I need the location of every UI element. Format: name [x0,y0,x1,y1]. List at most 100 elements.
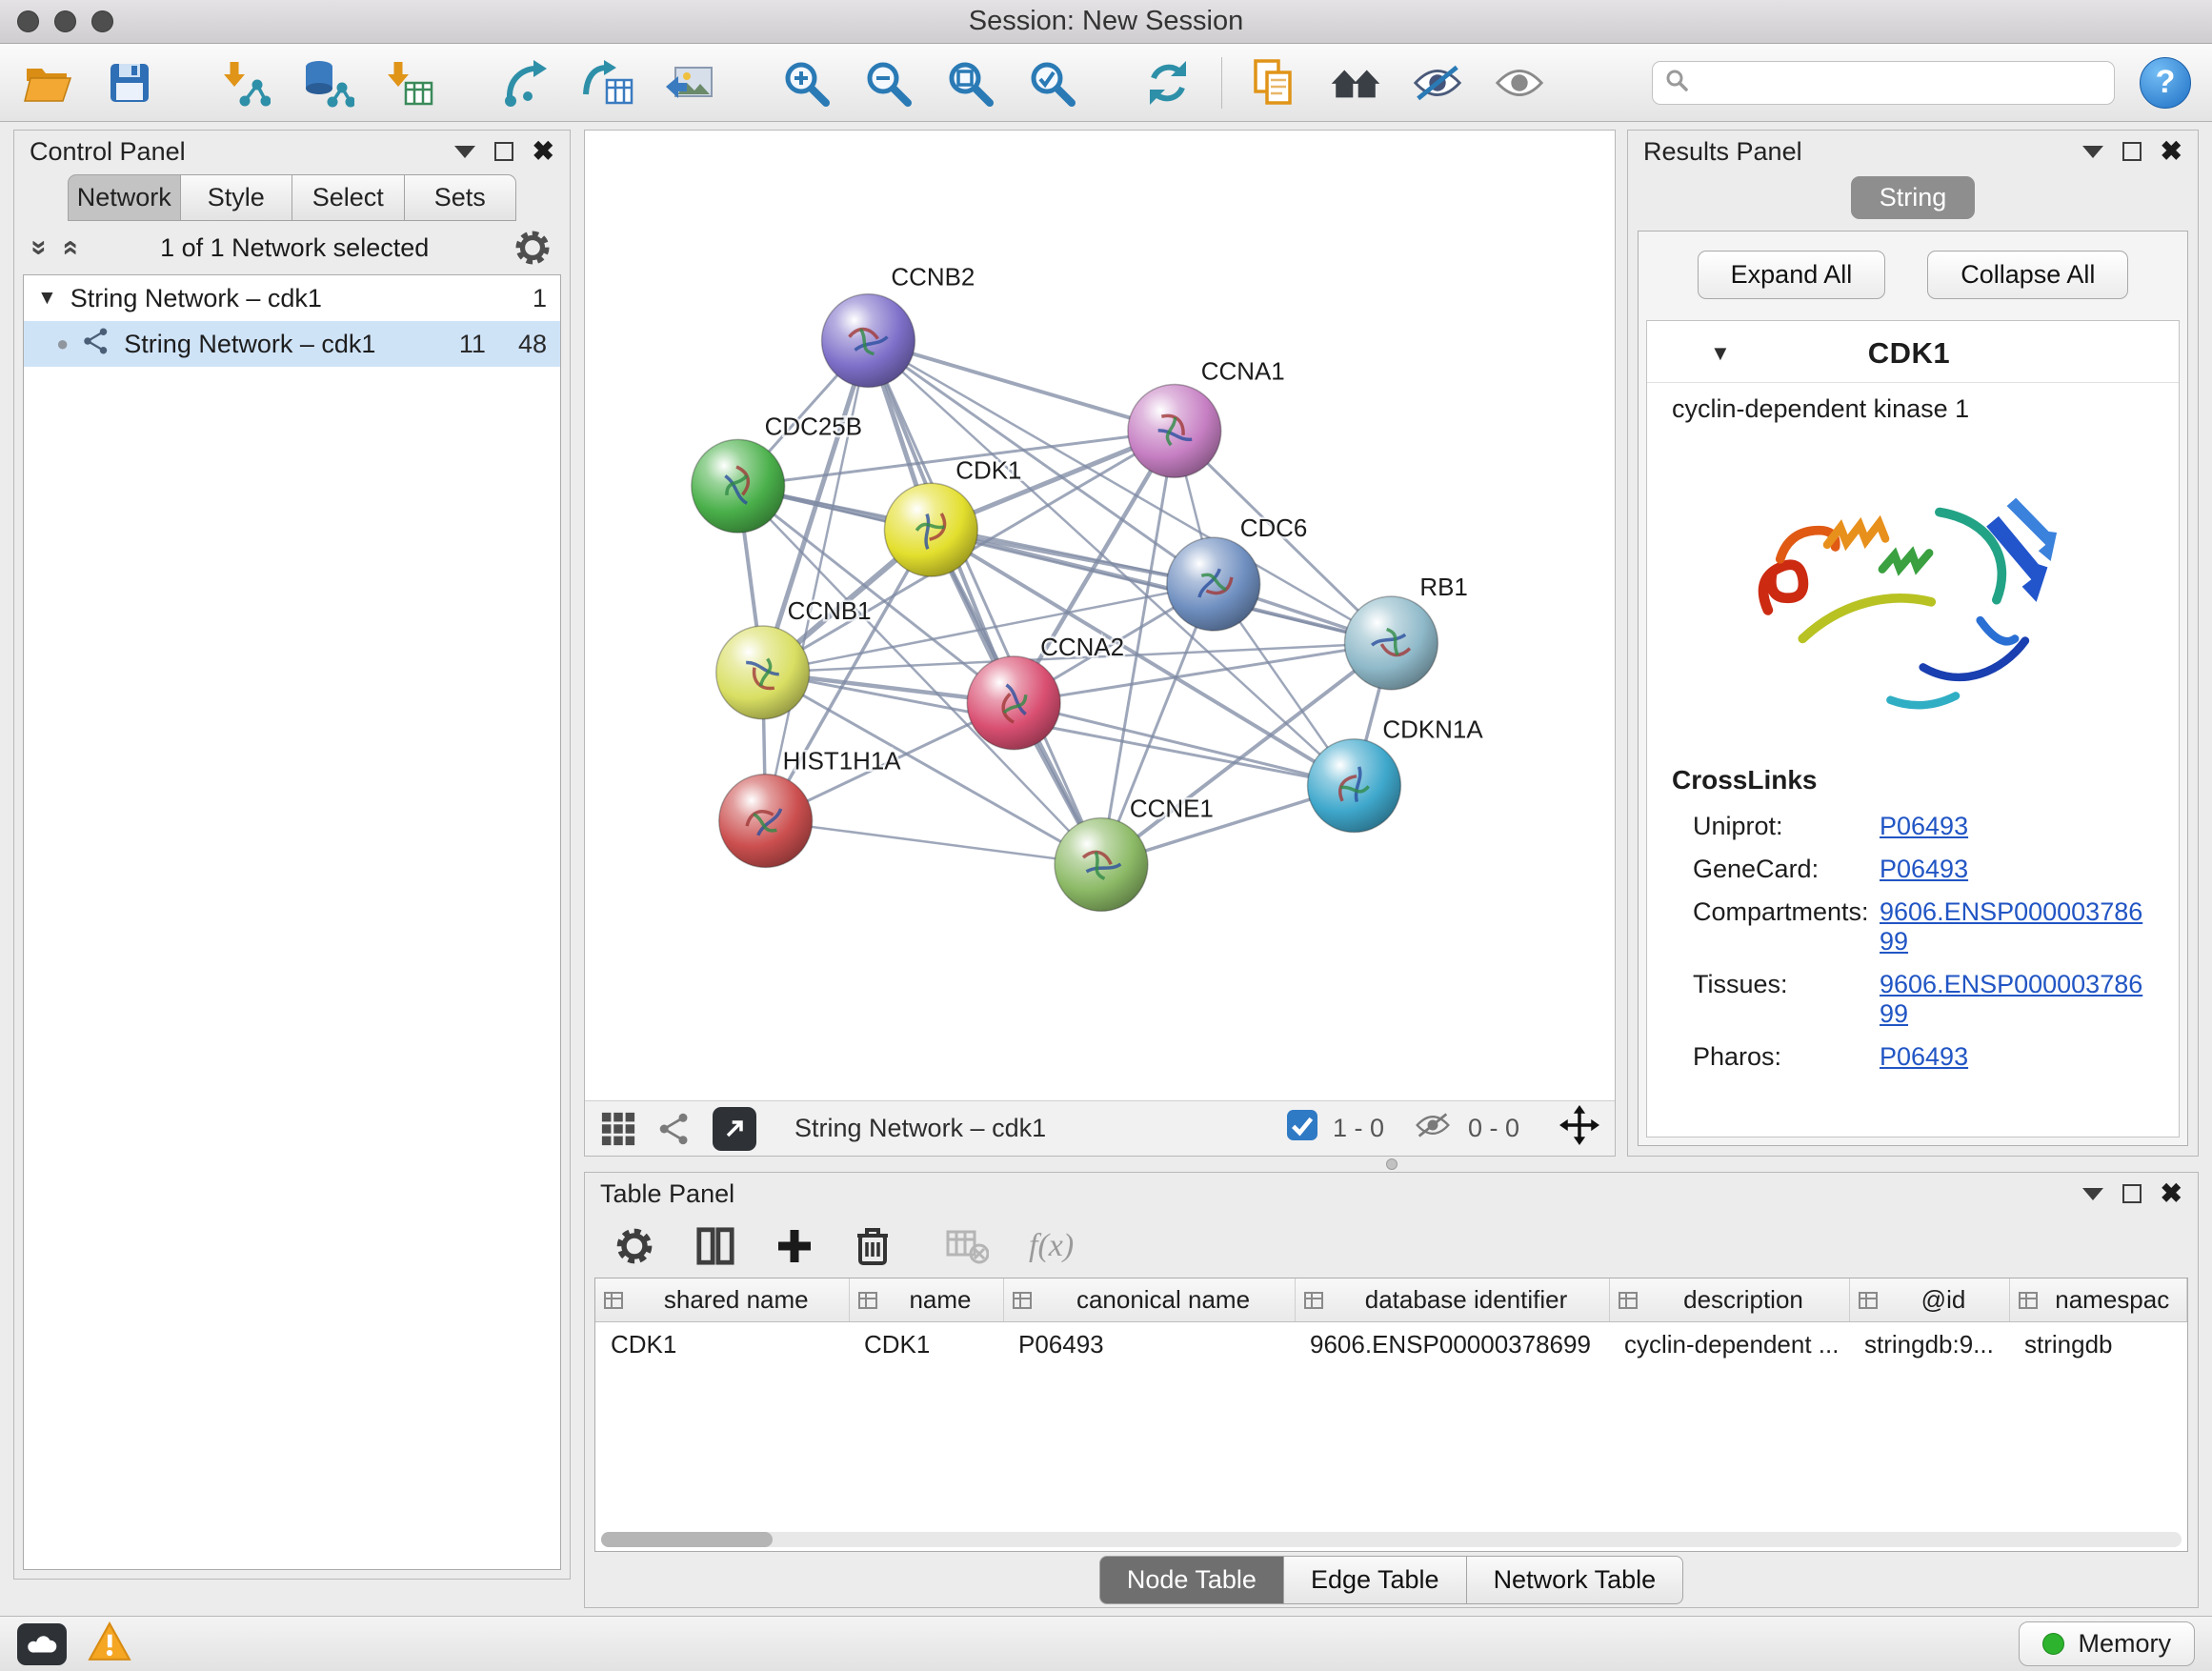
warning-icon[interactable] [88,1621,131,1666]
refresh-icon[interactable] [1141,56,1195,110]
expand-all-button[interactable]: Expand All [1698,251,1886,299]
add-column-icon[interactable] [775,1227,814,1265]
column-header[interactable]: name [849,1278,1003,1322]
open-file-icon[interactable] [21,56,74,110]
node-CCNB2[interactable] [822,294,915,388]
tab-edge-table[interactable]: Edge Table [1284,1556,1467,1604]
horizontal-scrollbar[interactable] [601,1532,2182,1547]
grid-view-icon[interactable] [600,1111,636,1147]
help-icon[interactable]: ? [2140,57,2191,109]
zoom-in-icon[interactable] [779,56,833,110]
edge-CCNA2-CDKN1A[interactable] [1014,703,1354,786]
results-panel-maximize-icon[interactable] [2122,142,2142,161]
genecard-link[interactable]: P06493 [1880,855,1968,884]
column-header[interactable]: canonical name [1003,1278,1295,1322]
hidden-eye-icon[interactable] [1413,1111,1453,1146]
memory-button[interactable]: Memory [2019,1621,2195,1666]
tab-style[interactable]: Style [181,174,293,221]
collapse-all-networks-icon[interactable]: » [54,240,83,256]
node-CCNA1[interactable] [1128,384,1221,477]
node-CDC25B[interactable] [692,439,785,533]
selected-checkbox-icon[interactable] [1287,1110,1317,1147]
node-RB1[interactable] [1344,596,1438,690]
network-arrow-icon[interactable] [499,56,553,110]
tab-select[interactable]: Select [292,174,405,221]
show-columns-icon[interactable] [695,1226,735,1266]
control-panel-maximize-icon[interactable] [494,142,513,161]
network-row[interactable]: ● String Network – cdk1 11 48 [24,321,560,367]
function-builder-icon[interactable]: f(x) [1029,1228,1074,1264]
search-input[interactable] [1699,67,2102,98]
cell-canonical-name[interactable]: P06493 [1003,1322,1295,1368]
zoom-selected-icon[interactable] [1025,56,1078,110]
close-window-button[interactable] [17,10,39,32]
network-options-gear-icon[interactable] [513,228,553,268]
network-share-view-icon[interactable] [657,1112,692,1146]
table-panel-maximize-icon[interactable] [2122,1184,2142,1203]
network-collection-row[interactable]: ▼ String Network – cdk1 1 [24,275,560,321]
column-header[interactable]: namespac [2009,1278,2187,1322]
maximize-window-button[interactable] [91,10,113,32]
cell-database-identifier[interactable]: 9606.ENSP00000378699 [1295,1322,1609,1368]
table-panel-float-icon[interactable] [2082,1188,2103,1200]
import-table-from-file-icon[interactable] [383,56,436,110]
node-CDKN1A[interactable] [1308,739,1401,833]
zoom-fit-icon[interactable] [943,56,996,110]
horizontal-splitter[interactable] [584,1157,2199,1172]
tab-network[interactable]: Network [68,174,181,221]
import-network-from-file-icon[interactable] [219,56,272,110]
minimize-window-button[interactable] [54,10,76,32]
compartments-link[interactable]: 9606.ENSP00000378699 [1880,897,2154,956]
control-panel-float-icon[interactable] [454,146,475,158]
collapse-all-button[interactable]: Collapse All [1927,251,2128,299]
expand-all-networks-icon[interactable]: » [25,240,53,256]
network-table-icon[interactable] [581,56,634,110]
node-CCNE1[interactable] [1055,818,1148,912]
export-image-icon[interactable] [663,56,716,110]
delete-column-icon[interactable] [854,1225,892,1267]
edge-HIST1H1A-CCNE1[interactable] [766,821,1101,865]
home-icon[interactable] [1329,56,1382,110]
node-CDK1[interactable] [884,483,977,576]
zoom-out-icon[interactable] [861,56,915,110]
save-session-icon[interactable] [103,56,156,110]
cell-namespace[interactable]: stringdb [2009,1322,2187,1368]
hide-selected-icon[interactable] [1411,56,1464,110]
open-in-new-window-icon[interactable] [713,1107,756,1151]
column-header[interactable]: shared name [595,1278,849,1322]
table-settings-gear-icon[interactable] [613,1225,655,1267]
delete-table-icon[interactable] [945,1227,989,1265]
cell-name[interactable]: CDK1 [849,1322,1003,1368]
show-all-icon[interactable] [1493,56,1546,110]
pharos-link[interactable]: P06493 [1880,1042,1968,1072]
tab-string[interactable]: String [1851,176,1976,219]
cell-id[interactable]: stringdb:9... [1849,1322,2009,1368]
network-canvas[interactable]: CCNB2CCNA1CDC25BCDK1CDC6RB1CCNB1CCNA2CDK… [585,131,1615,1100]
node-CDC6[interactable] [1167,537,1260,631]
tissues-link[interactable]: 9606.ENSP00000378699 [1880,970,2154,1029]
edge-CCNB2-CCNE1[interactable] [868,341,1101,865]
uniprot-link[interactable]: P06493 [1880,812,1968,841]
cloud-icon[interactable] [17,1623,67,1665]
gene-collapse-icon[interactable]: ▼ [1710,341,1731,366]
collection-expand-icon[interactable]: ▼ [37,287,57,310]
scrollbar-thumb[interactable] [601,1532,773,1547]
node-HIST1H1A[interactable] [719,775,813,868]
copy-document-icon[interactable] [1247,56,1300,110]
pan-move-icon[interactable] [1559,1105,1599,1152]
search-field[interactable] [1652,61,2115,105]
table-panel-close-icon[interactable]: ✖ [2161,1180,2182,1207]
edge-CCNB2-CCNA1[interactable] [868,341,1174,432]
tab-sets[interactable]: Sets [405,174,517,221]
import-network-from-database-icon[interactable] [301,56,354,110]
node-CCNA2[interactable] [967,656,1060,750]
results-panel-float-icon[interactable] [2082,146,2103,158]
column-header[interactable]: description [1609,1278,1849,1322]
node-CCNB1[interactable] [716,626,810,719]
tab-node-table[interactable]: Node Table [1099,1556,1284,1604]
network-graph[interactable]: CCNB2CCNA1CDC25BCDK1CDC6RB1CCNB1CCNA2CDK… [585,131,1615,1100]
control-panel-close-icon[interactable]: ✖ [533,138,554,165]
cell-description[interactable]: cyclin-dependent ... [1609,1322,1849,1368]
cell-shared-name[interactable]: CDK1 [595,1322,849,1368]
results-panel-close-icon[interactable]: ✖ [2161,138,2182,165]
